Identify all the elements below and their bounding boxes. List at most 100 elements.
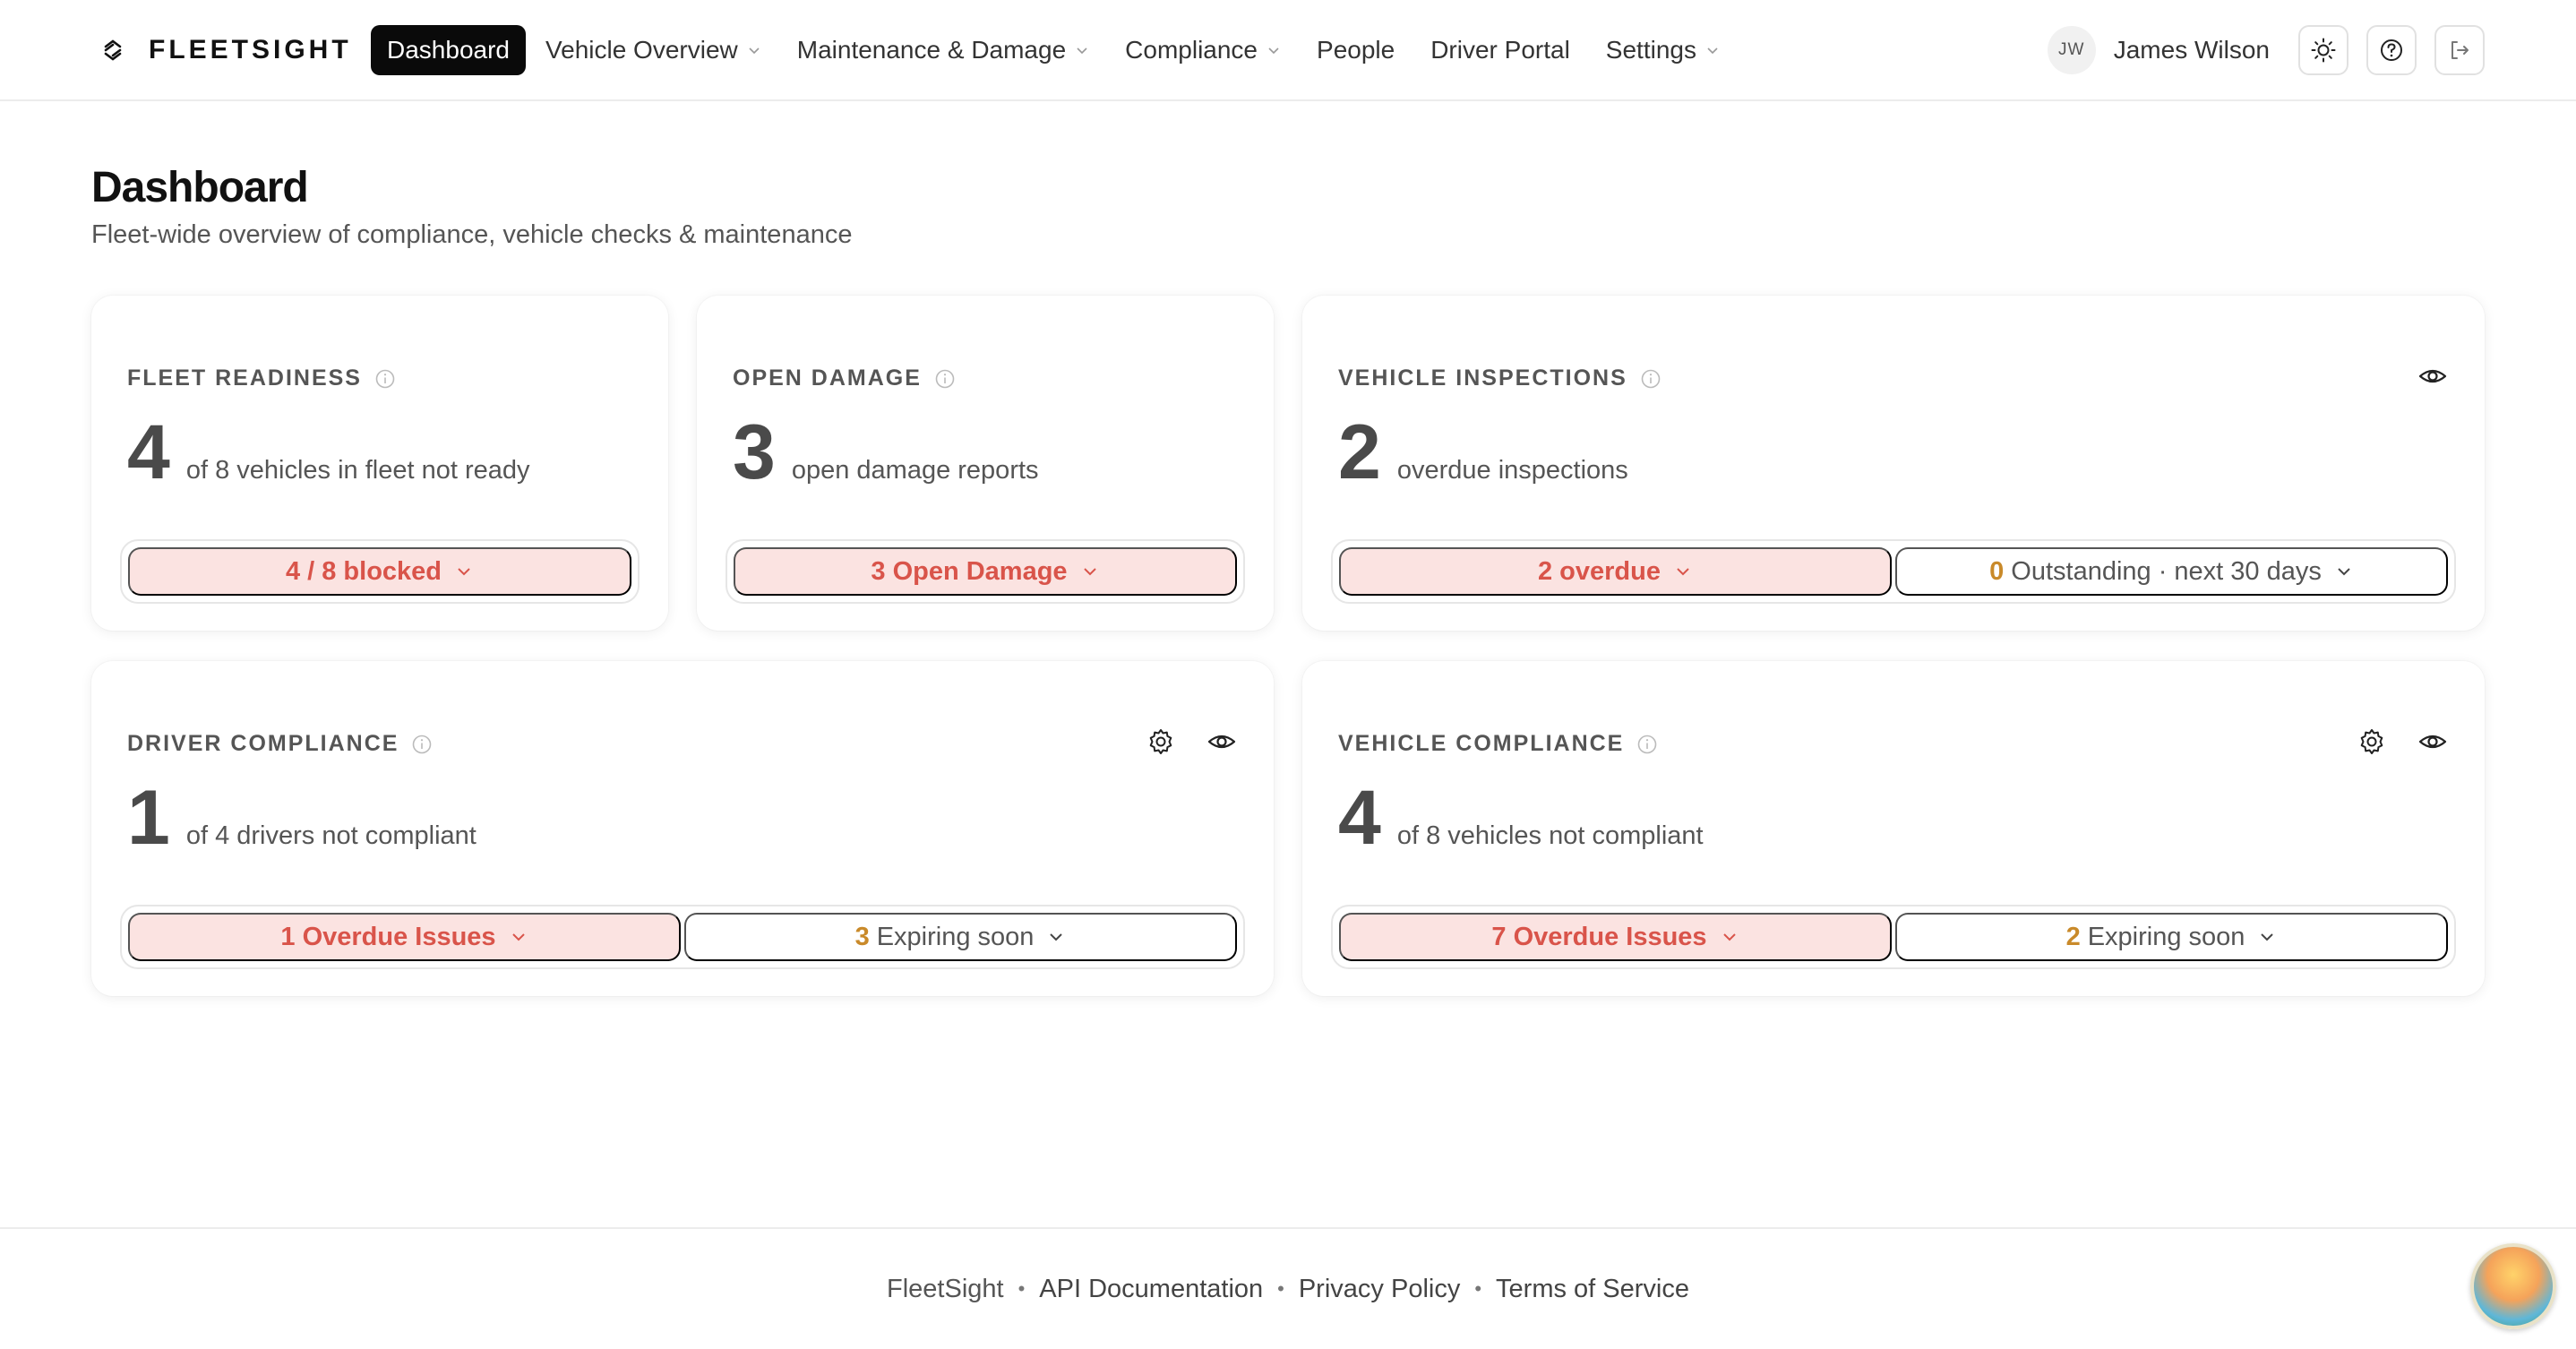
info-icon[interactable]: [411, 734, 433, 755]
pill-count: 4: [285, 556, 301, 586]
info-icon[interactable]: [1636, 734, 1658, 755]
fleet-readiness-card: FLEET READINESS 4 of 8 vehicles in fleet…: [91, 296, 668, 631]
footer-separator: •: [1474, 1277, 1482, 1300]
driver-expiring-soon-pill[interactable]: 3 Expiring soon: [684, 913, 1237, 961]
theme-toggle-button[interactable]: [2298, 24, 2348, 75]
card-label: VEHICLE COMPLIANCE: [1338, 731, 1625, 756]
chevron-down-icon: [749, 47, 760, 54]
pill-count: 2: [2065, 922, 2081, 951]
pill-count: 3: [854, 922, 870, 951]
pill-count: 1: [280, 922, 296, 951]
chevron-down-icon: [1722, 933, 1736, 941]
pill-label: Open Damage: [892, 556, 1068, 586]
vehicle-expiring-soon-pill[interactable]: 2 Expiring soon: [1895, 913, 2448, 961]
pill-label: Outstanding · next 30 days: [2011, 556, 2322, 586]
chevron-down-icon: [1268, 47, 1279, 54]
pill-count: 2: [1538, 556, 1553, 586]
nav-item-maintenance-damage[interactable]: Maintenance & Damage: [781, 25, 1105, 75]
footer-link-privacy-policy[interactable]: Privacy Policy: [1299, 1275, 1461, 1304]
sun-icon: [2311, 38, 2336, 62]
pill-count: 0: [1989, 556, 2005, 586]
card-label: VEHICLE INSPECTIONS: [1338, 365, 1627, 391]
nav-item-settings[interactable]: Settings: [1590, 25, 1736, 75]
chevron-down-icon: [1083, 568, 1096, 576]
chevron-down-icon: [1707, 47, 1718, 54]
open-damage-card: OPEN DAMAGE 3 open damage reports 3 Open…: [697, 296, 1274, 631]
pill-bar: 2 overdue 0 Outstanding · next 30 days: [1331, 539, 2456, 604]
footer-separator: •: [1277, 1277, 1284, 1300]
open-damage-pill[interactable]: 3 Open Damage: [734, 547, 1237, 596]
pill-count: 7: [1491, 922, 1507, 951]
nav-item-vehicle-overview[interactable]: Vehicle Overview: [529, 25, 777, 75]
page-subtitle: Fleet-wide overview of compliance, vehic…: [91, 220, 853, 249]
nav-item-label: Dashboard: [387, 35, 510, 64]
nav-item-label: People: [1317, 35, 1395, 64]
pill-bar: 7 Overdue Issues 2 Expiring soon: [1331, 905, 2456, 969]
pill-label: Expiring soon: [2087, 922, 2245, 951]
metric-value: 1: [127, 775, 170, 861]
pill-count: 3: [871, 556, 886, 586]
metric-description: overdue inspections: [1396, 456, 1628, 485]
driver-overdue-issues-pill[interactable]: 1 Overdue Issues: [128, 913, 681, 961]
footer-link-api-docs[interactable]: API Documentation: [1039, 1275, 1263, 1304]
pill-bar: 1 Overdue Issues 3 Expiring soon: [120, 905, 1245, 969]
chevron-down-icon: [1050, 933, 1063, 941]
metric-description: of 8 vehicles not compliant: [1396, 821, 1704, 850]
avatar[interactable]: JW: [2047, 25, 2096, 74]
eye-icon[interactable]: [1206, 726, 1238, 758]
chevron-down-icon: [2261, 933, 2274, 941]
brand[interactable]: FLEETSIGHT: [99, 0, 352, 99]
footer-brand: FleetSight: [887, 1274, 1004, 1303]
nav-item-driver-portal[interactable]: Driver Portal: [1414, 25, 1586, 75]
help-button[interactable]: [2366, 24, 2417, 75]
pill-bar: 4 / 8 blocked: [120, 539, 640, 604]
chevron-down-icon: [1677, 568, 1689, 576]
card-label: DRIVER COMPLIANCE: [127, 731, 399, 756]
chevron-down-icon: [511, 933, 525, 941]
eye-icon[interactable]: [2417, 360, 2449, 392]
driver-compliance-card: DRIVER COMPLIANCE 1 of 4 drivers not com…: [91, 661, 1274, 996]
outstanding-inspections-pill[interactable]: 0 Outstanding · next 30 days: [1895, 547, 2448, 596]
nav-item-people[interactable]: People: [1301, 25, 1411, 75]
logo-icon: [99, 36, 127, 64]
gear-icon[interactable]: [2356, 726, 2388, 758]
metric-description: open damage reports: [791, 456, 1039, 485]
eye-icon[interactable]: [2417, 726, 2449, 758]
pill-label: Overdue Issues: [302, 922, 496, 951]
info-icon[interactable]: [1640, 368, 1662, 390]
nav-item-label: Driver Portal: [1430, 35, 1570, 64]
pill-label: Expiring soon: [876, 922, 1035, 951]
pill-bar: 3 Open Damage: [726, 539, 1245, 604]
nav-item-label: Settings: [1605, 35, 1696, 64]
assistant-avatar-icon[interactable]: [2470, 1243, 2556, 1329]
page-title: Dashboard: [91, 164, 309, 211]
help-circle-icon: [2381, 39, 2402, 61]
chevron-down-icon: [2338, 568, 2350, 576]
vehicle-compliance-card: VEHICLE COMPLIANCE 4 of 8 vehicles not c…: [1302, 661, 2485, 996]
blocked-vehicles-pill[interactable]: 4 / 8 blocked: [128, 547, 631, 596]
pill-label: / 8 blocked: [307, 556, 442, 586]
logout-button[interactable]: [2434, 24, 2485, 75]
footer-separator: •: [1018, 1277, 1026, 1300]
brand-name: FLEETSIGHT: [149, 34, 352, 64]
card-label: OPEN DAMAGE: [733, 365, 922, 391]
chevron-down-icon: [1077, 47, 1087, 54]
nav-item-label: Vehicle Overview: [545, 35, 738, 64]
nav-item-label: Maintenance & Damage: [796, 35, 1067, 64]
gear-icon[interactable]: [1145, 726, 1177, 758]
user-area: JW James Wilson: [2047, 0, 2485, 99]
footer-link-terms-of-service[interactable]: Terms of Service: [1496, 1275, 1689, 1304]
chevron-down-icon: [458, 568, 470, 576]
user-name[interactable]: James Wilson: [2114, 36, 2270, 64]
nav-item-dashboard[interactable]: Dashboard: [371, 24, 526, 75]
metric-value: 4: [1338, 775, 1381, 861]
info-icon[interactable]: [374, 368, 396, 390]
info-icon[interactable]: [934, 368, 956, 390]
nav-item-label: Compliance: [1125, 35, 1258, 64]
overdue-inspections-pill[interactable]: 2 overdue: [1339, 547, 1892, 596]
logout-icon: [2451, 40, 2469, 59]
card-label: FLEET READINESS: [127, 365, 362, 391]
vehicle-overdue-issues-pill[interactable]: 7 Overdue Issues: [1339, 913, 1892, 961]
vehicle-inspections-card: VEHICLE INSPECTIONS 2 overdue inspection…: [1302, 296, 2485, 631]
nav-item-compliance[interactable]: Compliance: [1109, 25, 1297, 75]
